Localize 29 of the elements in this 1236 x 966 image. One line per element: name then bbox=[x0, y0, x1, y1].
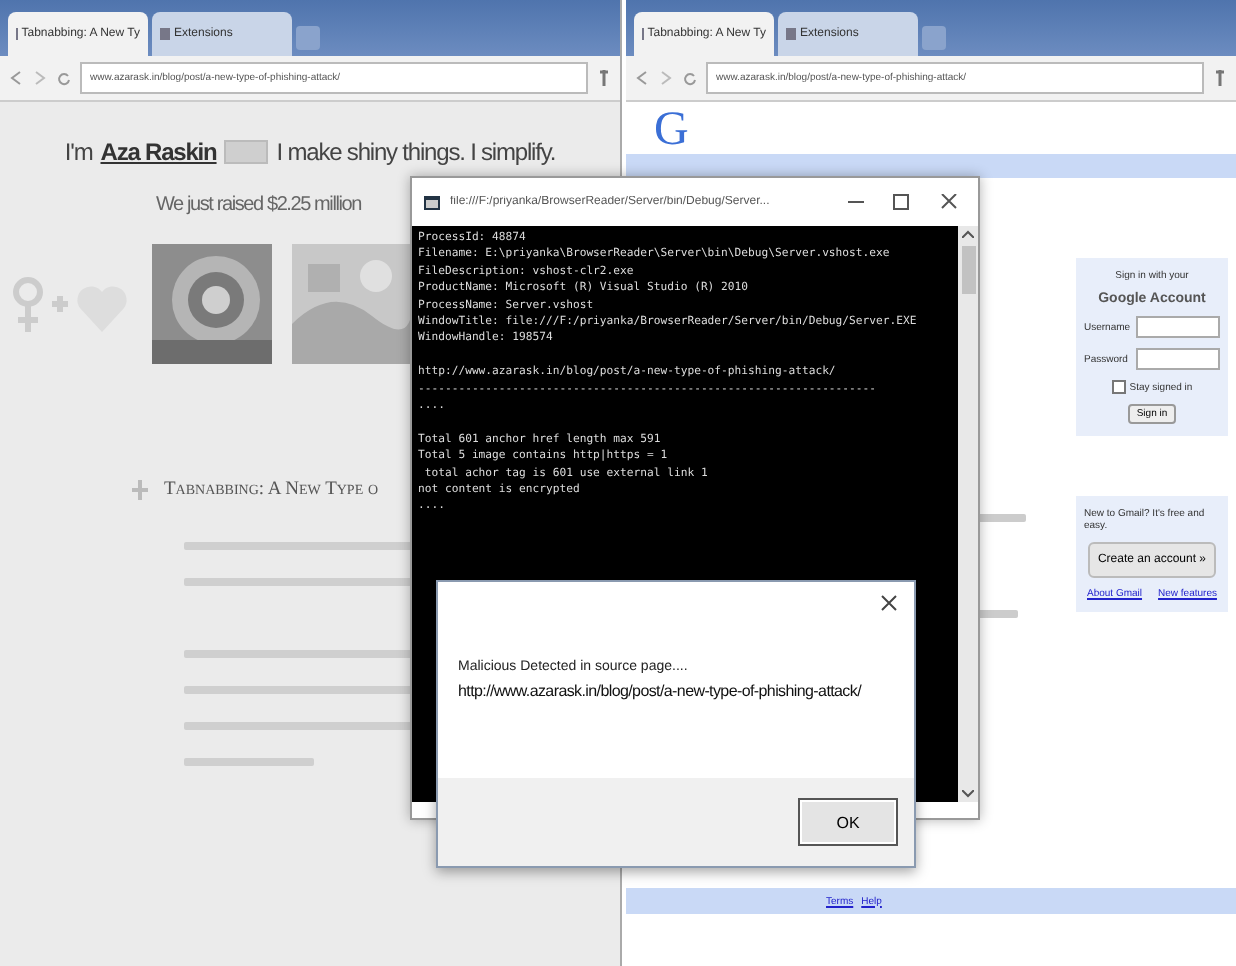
scrollbar[interactable] bbox=[958, 226, 978, 802]
checkbox[interactable] bbox=[1111, 380, 1126, 394]
page-icon bbox=[786, 28, 796, 40]
logo: G bbox=[654, 106, 689, 154]
password-field[interactable] bbox=[1136, 348, 1220, 370]
funding-text: We just raised $2.25 million bbox=[156, 194, 361, 216]
scroll-up-icon[interactable] bbox=[962, 230, 974, 238]
badge bbox=[224, 140, 269, 164]
ok-button[interactable]: OK bbox=[798, 798, 898, 846]
intro-text: I make shiny things. I simplify. bbox=[276, 138, 556, 166]
close-icon[interactable] bbox=[880, 594, 898, 612]
back-icon[interactable] bbox=[8, 70, 24, 86]
post-icon bbox=[132, 480, 148, 500]
back-icon[interactable] bbox=[634, 70, 650, 86]
username-field[interactable] bbox=[1136, 316, 1220, 338]
intro-text: I'm bbox=[64, 138, 93, 166]
scroll-thumb[interactable] bbox=[961, 246, 975, 294]
reload-icon[interactable] bbox=[682, 70, 698, 86]
forward-icon[interactable] bbox=[32, 70, 48, 86]
page-icon bbox=[160, 28, 170, 40]
author-link[interactable]: Aza Raskin bbox=[100, 138, 217, 166]
scroll-down-icon[interactable] bbox=[962, 790, 974, 798]
wrench-icon[interactable] bbox=[1212, 68, 1228, 88]
wrench-icon[interactable] bbox=[596, 68, 612, 88]
console-icon bbox=[424, 195, 440, 209]
reload-icon[interactable] bbox=[56, 70, 72, 86]
post-title: Tabnabbing: A New Type o bbox=[164, 480, 379, 500]
forward-icon[interactable] bbox=[658, 70, 674, 86]
dialog-url: http://www.azarask.in/blog/post/a-new-type-of-phishing-attack/ bbox=[458, 682, 864, 700]
